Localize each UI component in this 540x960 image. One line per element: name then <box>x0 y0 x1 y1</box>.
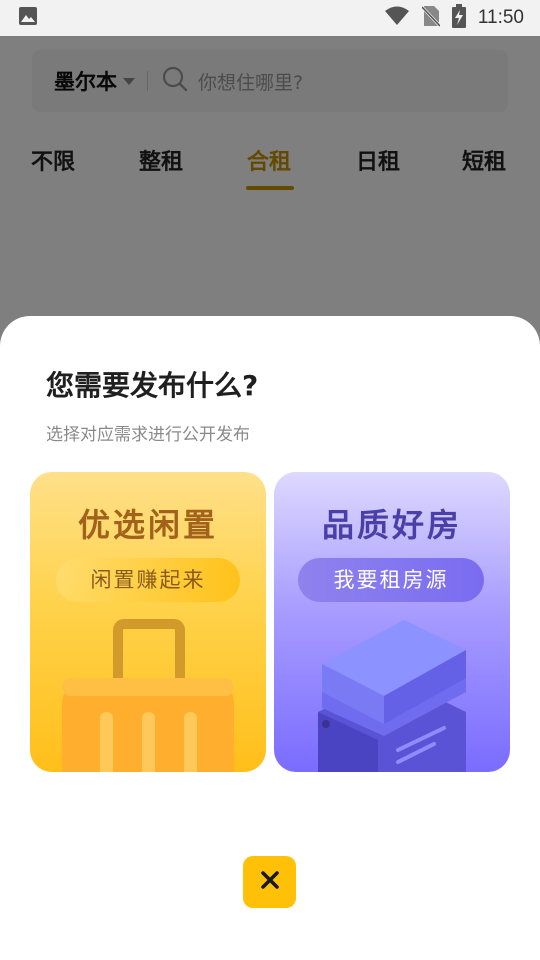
card-title: 品质好房 <box>321 506 462 544</box>
status-bar: 11:50 <box>0 0 540 36</box>
sheet-title: 您需要发布什么? <box>46 369 259 402</box>
wifi-icon <box>384 6 410 30</box>
card-title: 优选闲置 <box>77 506 218 544</box>
quality-housing-card[interactable]: 品质好房 我要租房源 <box>274 472 510 772</box>
list-property-button[interactable]: 我要租房源 <box>298 558 484 602</box>
image-icon <box>18 6 38 30</box>
earn-from-idle-button[interactable]: 闲置赚起来 <box>56 558 240 602</box>
publish-sheet: 您需要发布什么? 选择对应需求进行公开发布 优选闲置 闲置赚起来 品质好房 我要… <box>0 316 540 960</box>
close-icon <box>260 870 280 894</box>
building-illustration <box>318 620 466 772</box>
battery-charging-icon <box>451 4 466 32</box>
no-sim-icon <box>420 5 441 31</box>
clock: 11:50 <box>477 7 524 28</box>
sheet-subtitle: 选择对应需求进行公开发布 <box>46 425 250 445</box>
suitcase-illustration <box>62 619 234 772</box>
idle-goods-card[interactable]: 优选闲置 闲置赚起来 <box>30 472 266 772</box>
close-button[interactable] <box>243 856 296 908</box>
